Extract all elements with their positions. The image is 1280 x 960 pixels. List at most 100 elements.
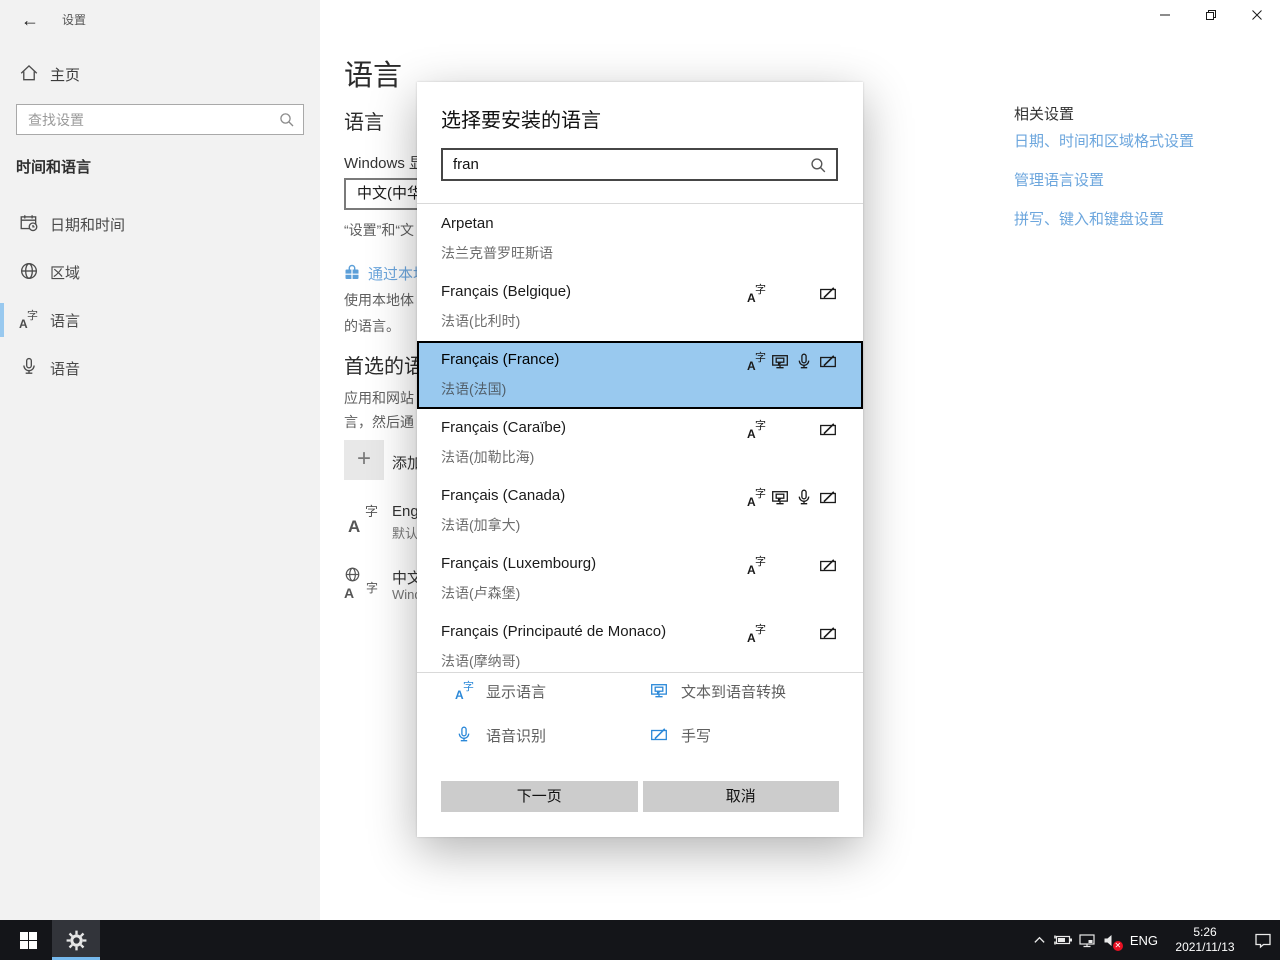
page-title: 语言 <box>344 52 402 94</box>
language-option[interactable]: Français (Belgique) 法语(比利时) A字 <box>417 273 863 341</box>
handwriting-icon <box>819 353 837 371</box>
input-language-indicator[interactable]: ENG <box>1124 933 1164 948</box>
sidebar-item-home[interactable]: 主页 <box>0 56 320 92</box>
sidebar-item-label: 区域 <box>50 262 80 283</box>
display-language-icon: A字 <box>747 557 765 575</box>
related-link-datetime-format[interactable]: 日期、时间和区域格式设置 <box>1014 130 1194 151</box>
calendar-clock-icon <box>19 213 39 233</box>
local-experience-link[interactable]: 通过本地 <box>344 263 428 284</box>
settings-search-box <box>16 104 304 135</box>
feature-icons: A字 <box>743 625 839 643</box>
mute-badge: ✕ <box>1113 941 1123 951</box>
dialog-title: 选择要安装的语言 <box>441 104 601 133</box>
legend-label: 语音识别 <box>486 725 546 746</box>
installed-language-subtitle: 默认 <box>392 523 418 542</box>
feature-icons: A字 <box>743 285 839 303</box>
settings-window: ← 设置 主页 时间和语言 日期和时间 <box>0 0 1280 920</box>
legend-item: A字显示语言 <box>455 682 650 700</box>
legend-label: 手写 <box>681 725 711 746</box>
language-option-title: Français (Belgique) <box>441 283 571 300</box>
display-language-icon: A字 <box>747 625 765 643</box>
system-tray: ✕ ENG 5:26 2021/11/13 <box>1028 920 1280 960</box>
back-button[interactable]: ← <box>16 6 44 34</box>
handwriting-icon <box>819 285 837 303</box>
gear-icon <box>66 930 87 951</box>
settings-search-input[interactable] <box>17 105 303 134</box>
start-button[interactable] <box>6 920 50 960</box>
legend-item: 语音识别 <box>455 726 650 744</box>
cancel-button[interactable]: 取消 <box>643 781 840 812</box>
sidebar: ← 设置 主页 时间和语言 日期和时间 <box>0 0 320 920</box>
handwriting-icon <box>650 726 668 744</box>
divider <box>417 203 863 204</box>
feature-icons: A字 <box>743 489 839 507</box>
app-title: 设置 <box>62 11 86 28</box>
taskbar-time: 5:26 <box>1164 925 1246 940</box>
related-settings-title: 相关设置 <box>1014 103 1074 124</box>
sidebar-item-label: 日期和时间 <box>50 214 125 235</box>
language-option[interactable]: Français (Luxembourg)法语(卢森堡)A字 <box>417 545 863 613</box>
legend-label: 显示语言 <box>486 681 546 702</box>
language-option-title: Français (France) <box>441 351 559 368</box>
display-language-desc: “设置”和“文 <box>344 220 414 240</box>
text-to-speech-icon <box>650 682 668 700</box>
preferred-desc-line1: 应用和网站 <box>344 388 414 408</box>
speech-recognition-icon <box>795 489 813 507</box>
related-link-admin-language[interactable]: 管理语言设置 <box>1014 169 1104 190</box>
section-title: 语言 <box>344 106 384 135</box>
local-experience-line2: 的语言。 <box>344 316 400 336</box>
language-option[interactable]: Arpetan法兰克普罗旺斯语 <box>417 205 863 273</box>
window-controls <box>1142 0 1280 30</box>
language-icon: A字 <box>348 505 378 535</box>
screen: ← 设置 主页 时间和语言 日期和时间 <box>0 0 1280 960</box>
action-center-icon[interactable] <box>1246 920 1280 960</box>
language-option[interactable]: Français (France)法语(法国)A字 <box>417 341 863 409</box>
sidebar-item-label: 语言 <box>50 310 80 331</box>
add-language-button[interactable]: + <box>344 440 384 480</box>
legend-item: 手写 <box>650 726 786 744</box>
taskbar-settings-app[interactable] <box>52 920 100 960</box>
language-option-subtitle: 法语(摩纳哥) <box>441 651 520 671</box>
handwriting-icon <box>819 625 837 643</box>
store-icon <box>344 264 360 281</box>
dialog-search-box <box>441 148 838 181</box>
feature-icons: A字 <box>743 421 839 439</box>
feature-legend: A字显示语言文本到语音转换语音识别手写 <box>455 682 786 744</box>
language-option-title: Français (Principauté de Monaco) <box>441 623 666 640</box>
speech-recognition-icon <box>455 726 473 744</box>
sidebar-item-speech[interactable]: 语音 <box>0 344 320 392</box>
language-option-title: Français (Caraïbe) <box>441 419 566 436</box>
chevron-up-icon[interactable] <box>1028 920 1052 960</box>
language-results-list: Arpetan法兰克普罗旺斯语 Français (Belgique) 法语(比利时… <box>417 205 863 672</box>
sidebar-item-region[interactable]: 区域 <box>0 248 320 296</box>
language-icon: A字 <box>19 311 37 334</box>
language-option-subtitle: 法语(加拿大) <box>441 515 520 535</box>
handwriting-icon <box>819 489 837 507</box>
display-language-icon: A字 <box>455 682 473 700</box>
sidebar-item-date-time[interactable]: 日期和时间 <box>0 200 320 248</box>
language-option[interactable]: Français (Canada)法语(加拿大)A字 <box>417 477 863 545</box>
minimize-button[interactable] <box>1142 0 1188 30</box>
next-button[interactable]: 下一页 <box>441 781 638 812</box>
dialog-search-input[interactable] <box>443 150 836 179</box>
sidebar-section-title: 时间和语言 <box>16 156 91 177</box>
taskbar-clock[interactable]: 5:26 2021/11/13 <box>1164 925 1246 955</box>
home-icon <box>19 63 39 83</box>
language-option-subtitle: 法兰克普罗旺斯语 <box>441 243 553 263</box>
network-icon[interactable] <box>1076 920 1100 960</box>
battery-icon[interactable] <box>1052 920 1076 960</box>
sidebar-item-language[interactable]: A字 语言 <box>0 296 320 344</box>
divider <box>417 672 863 673</box>
search-icon <box>278 111 296 129</box>
restore-button[interactable] <box>1188 0 1234 30</box>
speech-recognition-icon <box>795 353 813 371</box>
language-option[interactable]: Français (Caraïbe)法语(加勒比海)A字 <box>417 409 863 477</box>
display-language-label: Windows 显 <box>344 152 424 173</box>
volume-muted-icon[interactable]: ✕ <box>1100 920 1124 960</box>
close-icon[interactable] <box>1234 0 1280 30</box>
language-option-subtitle: 法语(比利时) <box>441 311 520 331</box>
sidebar-home-label: 主页 <box>50 64 80 85</box>
related-link-typing[interactable]: 拼写、键入和键盘设置 <box>1014 208 1164 229</box>
globe-language-icon: A字 <box>344 566 378 600</box>
language-option[interactable]: Français (Principauté de Monaco) 法语(摩纳哥) A… <box>417 613 863 672</box>
